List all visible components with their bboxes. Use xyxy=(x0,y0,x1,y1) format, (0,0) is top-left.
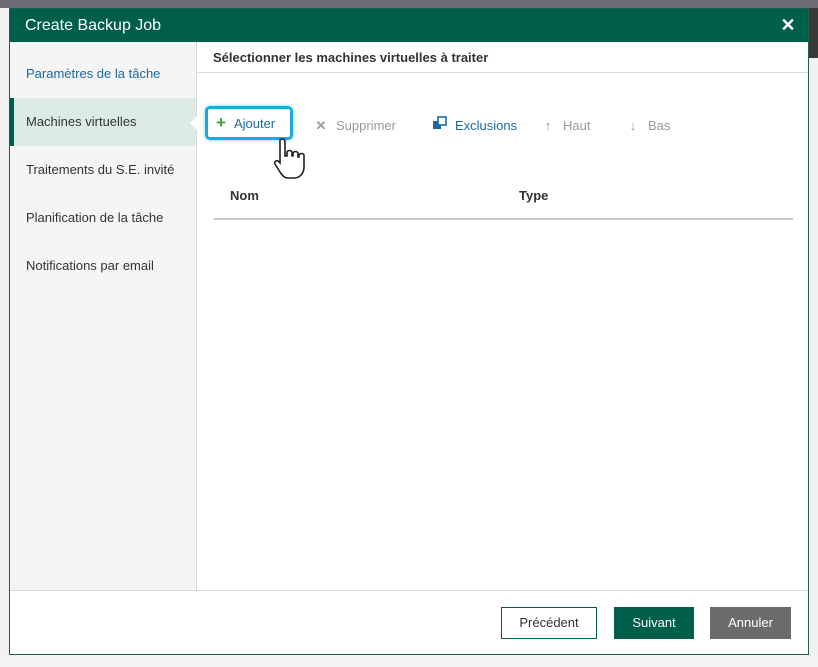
up-button[interactable]: ↑ Haut xyxy=(539,114,591,138)
previous-button[interactable]: Précédent xyxy=(501,607,597,639)
down-button[interactable]: ↓ Bas xyxy=(624,114,671,138)
sidebar-item-planification[interactable]: Planification de la tâche xyxy=(10,194,196,242)
add-button[interactable]: + Ajouter xyxy=(205,106,293,140)
sidebar-item-notifications[interactable]: Notifications par email xyxy=(10,242,196,290)
dialog-titlebar: Create Backup Job ✕ xyxy=(10,9,808,42)
dialog-footer: Précédent Suivant Annuler xyxy=(10,590,808,654)
cancel-button[interactable]: Annuler xyxy=(710,607,791,639)
wizard-steps-sidebar: Paramètres de la tâche Machines virtuell… xyxy=(10,42,197,590)
main-content: Sélectionner les machines virtuelles à t… xyxy=(197,42,808,590)
remove-button[interactable]: ✕ Supprimer xyxy=(312,114,396,138)
plus-icon: + xyxy=(216,113,226,132)
create-backup-job-dialog: Create Backup Job ✕ Paramètres de la tâc… xyxy=(9,8,809,655)
exclusions-button[interactable]: Exclusions xyxy=(431,114,517,138)
next-button[interactable]: Suivant xyxy=(614,607,694,639)
close-icon[interactable]: ✕ xyxy=(776,12,800,38)
column-header-type[interactable]: Type xyxy=(519,188,548,203)
exclusions-button-label: Exclusions xyxy=(455,118,518,133)
remove-button-label: Supprimer xyxy=(336,118,396,133)
x-icon: ✕ xyxy=(315,118,327,133)
sidebar-item-machines-virtuelles[interactable]: Machines virtuelles xyxy=(10,98,197,146)
down-button-label: Bas xyxy=(648,118,671,133)
dialog-title: Create Backup Job xyxy=(25,17,162,34)
add-button-label: Ajouter xyxy=(233,116,276,131)
up-button-label: Haut xyxy=(563,118,591,133)
sidebar-item-parametres[interactable]: Paramètres de la tâche xyxy=(10,50,196,98)
arrow-up-icon: ↑ xyxy=(544,118,552,133)
hand-cursor-icon xyxy=(273,138,305,179)
column-header-nom[interactable]: Nom xyxy=(230,188,259,203)
vm-table-header: Nom Type xyxy=(214,182,793,220)
section-title: Sélectionner les machines virtuelles à t… xyxy=(197,42,808,73)
background-bottom xyxy=(0,655,818,667)
background-edge xyxy=(809,8,818,58)
sidebar-item-traitements[interactable]: Traitements du S.E. invité xyxy=(10,146,196,194)
exclusions-icon xyxy=(431,114,449,138)
background-strip xyxy=(0,0,818,8)
arrow-down-icon: ↓ xyxy=(629,118,637,133)
